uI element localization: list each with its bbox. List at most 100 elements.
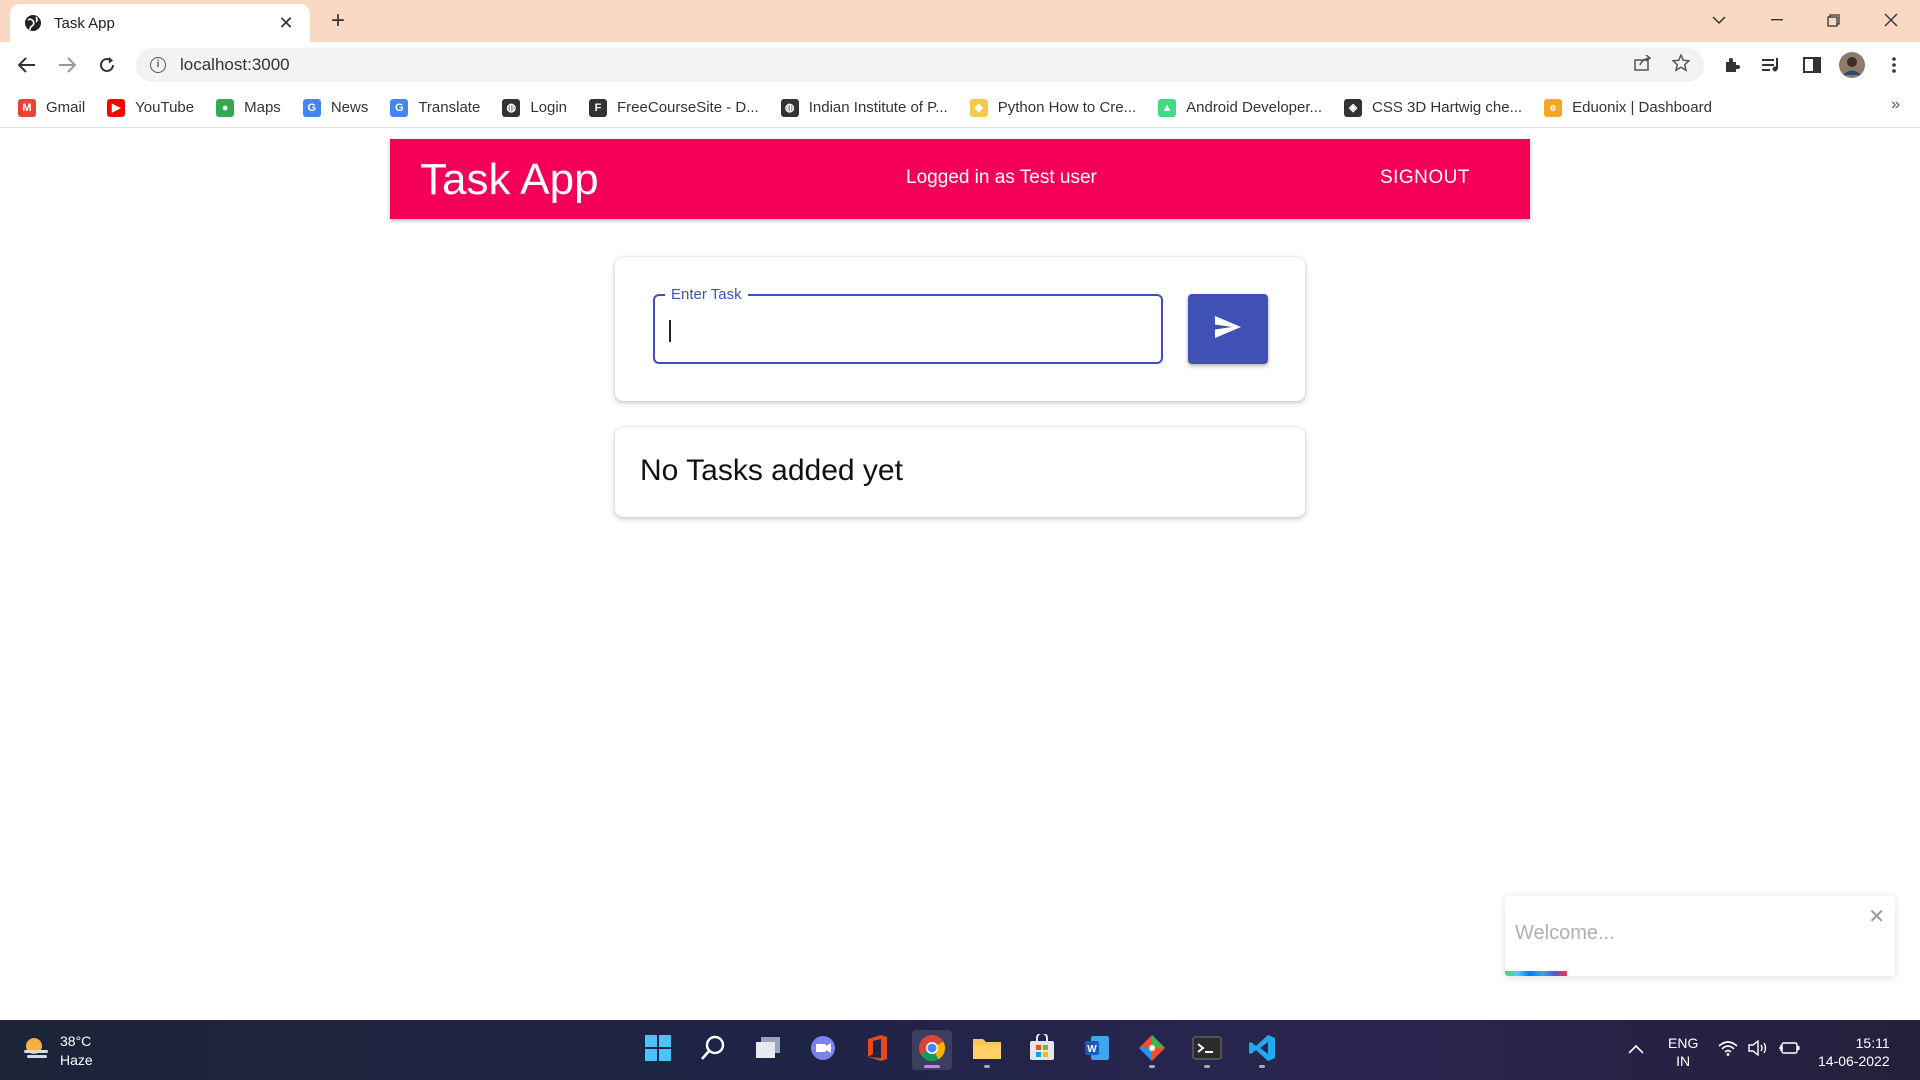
bookmark-label: Translate (418, 99, 481, 116)
bookmark-item[interactable]: ● Maps (216, 98, 281, 117)
extensions-icon[interactable] (1717, 50, 1747, 80)
bookmark-favicon-icon: ◈ (1344, 98, 1363, 117)
weather-widget[interactable]: 38°C Haze (22, 1032, 93, 1070)
share-icon[interactable] (1630, 50, 1656, 76)
weather-temperature: 38°C (60, 1033, 92, 1049)
bookmark-item[interactable]: ◍ Login (502, 98, 568, 117)
new-tab-button[interactable]: + (325, 8, 351, 34)
running-app-indicator (1149, 1065, 1155, 1068)
bookmark-item[interactable]: ◍ Indian Institute of P... (780, 98, 948, 117)
empty-tasks-message: No Tasks added yet (640, 454, 903, 487)
task-list-card: No Tasks added yet (615, 427, 1305, 517)
bookmark-item[interactable]: ◆ Python How to Cre... (969, 98, 1136, 117)
tab-search-icon[interactable] (1690, 0, 1748, 40)
browser-menu-icon[interactable] (1879, 50, 1909, 80)
toast-message: Welcome... (1515, 922, 1615, 944)
word-app-button[interactable]: W (1077, 1030, 1117, 1070)
region-code: IN (1676, 1053, 1691, 1069)
clock-date: 14-06-2022 (1818, 1053, 1890, 1069)
windows-logo-icon (644, 1034, 672, 1067)
bookmark-favicon-icon: e (1544, 98, 1563, 117)
tab-title: Task App (54, 14, 115, 32)
bookmark-favicon-icon: F (589, 98, 608, 117)
task-input-card: Enter Task (615, 257, 1305, 401)
terminal-app-button[interactable] (1187, 1030, 1227, 1070)
bookmark-label: YouTube (135, 99, 195, 116)
task-input[interactable]: Enter Task (653, 286, 1163, 364)
bookmark-favicon-icon: ◆ (969, 98, 988, 117)
more-bookmarks-icon[interactable]: » (1891, 96, 1900, 114)
weather-description: Haze (60, 1052, 93, 1068)
bookmark-favicon-icon: M (18, 98, 36, 117)
app-title: Task App (420, 155, 599, 204)
bookmark-item[interactable]: e Eduonix | Dashboard (1544, 98, 1712, 117)
bookmark-favicon-icon: G (390, 98, 409, 117)
wifi-icon[interactable] (1718, 1040, 1738, 1060)
bookmark-item[interactable]: F FreeCourseSite - D... (589, 98, 759, 117)
terminal-icon (1192, 1036, 1222, 1065)
close-tab-icon[interactable]: ✕ (276, 13, 296, 34)
close-window-button[interactable] (1862, 0, 1920, 40)
browser-toolbar: i localhost:3000 (0, 42, 1920, 88)
bookmark-favicon-icon: ◍ (780, 98, 799, 117)
volume-icon[interactable] (1748, 1039, 1768, 1060)
svg-text:W: W (1087, 1044, 1097, 1055)
file-explorer-button[interactable] (967, 1030, 1007, 1070)
address-bar[interactable]: i localhost:3000 (136, 48, 1704, 82)
add-task-button[interactable] (1188, 294, 1268, 364)
bookmark-item[interactable]: ◈ CSS 3D Hartwig che... (1344, 98, 1523, 117)
task-view-button[interactable] (748, 1030, 788, 1070)
bookmark-item[interactable]: M Gmail (18, 98, 85, 117)
language-indicator[interactable]: ENG IN (1668, 1034, 1698, 1070)
browser-tab-strip: Task App ✕ + (0, 0, 1920, 42)
bookmark-item[interactable]: ▲ Android Developer... (1158, 98, 1322, 117)
vscode-app-button[interactable] (1242, 1030, 1282, 1070)
word-icon: W (1083, 1034, 1111, 1067)
folder-icon (972, 1035, 1002, 1066)
running-app-indicator (1259, 1065, 1265, 1068)
search-icon (699, 1034, 727, 1067)
minimize-button[interactable] (1748, 0, 1806, 40)
bookmark-label: Maps (244, 99, 281, 116)
bookmark-label: Login (530, 99, 568, 116)
running-app-indicator (1204, 1065, 1210, 1068)
clock[interactable]: 15:11 14-06-2022 (1818, 1034, 1890, 1070)
bookmark-favicon-icon: ◍ (502, 98, 521, 117)
restore-button[interactable] (1804, 0, 1862, 40)
media-control-icon[interactable] (1757, 50, 1787, 80)
logged-in-user-text: Logged in as Test user (906, 167, 1097, 188)
bookmark-item[interactable]: G News (302, 98, 369, 117)
chat-icon (809, 1035, 837, 1066)
start-button[interactable] (638, 1030, 678, 1070)
git-app-button[interactable] (1132, 1030, 1172, 1070)
profile-avatar[interactable] (1837, 50, 1867, 80)
welcome-toast: Welcome... ✕ (1505, 896, 1895, 976)
office-app-button[interactable] (857, 1030, 897, 1070)
clock-time: 15:11 (1855, 1035, 1890, 1051)
bookmark-favicon-icon: G (302, 98, 321, 117)
bookmarks-bar: M Gmail ▶ YouTube ● Maps G News G Translate ◍ Login… (0, 88, 1920, 128)
bookmark-star-icon[interactable] (1668, 50, 1694, 76)
search-button[interactable] (693, 1030, 733, 1070)
store-button[interactable] (1022, 1030, 1062, 1070)
text-cursor (669, 320, 671, 342)
bookmark-item[interactable]: G Translate (390, 98, 481, 117)
close-toast-icon[interactable]: ✕ (1868, 904, 1885, 929)
back-button[interactable] (12, 50, 42, 80)
show-hidden-icons-button[interactable] (1628, 1040, 1644, 1058)
forward-button[interactable] (52, 50, 82, 80)
battery-icon[interactable] (1778, 1040, 1800, 1060)
bookmark-item[interactable]: ▶ YouTube (107, 98, 195, 117)
send-icon (1214, 315, 1242, 344)
browser-tab[interactable]: Task App ✕ (10, 4, 310, 42)
store-icon (1028, 1031, 1056, 1067)
teams-chat-button[interactable] (803, 1030, 843, 1070)
side-panel-icon[interactable] (1797, 50, 1827, 80)
signout-button[interactable]: SIGNOUT (1380, 167, 1470, 189)
site-info-icon[interactable]: i (150, 57, 166, 73)
chrome-taskbar-button[interactable] (912, 1030, 952, 1070)
bookmark-label: CSS 3D Hartwig che... (1372, 99, 1523, 116)
bookmark-label: News (330, 99, 369, 116)
reload-button[interactable] (92, 50, 122, 80)
bookmark-label: Indian Institute of P... (808, 99, 948, 116)
